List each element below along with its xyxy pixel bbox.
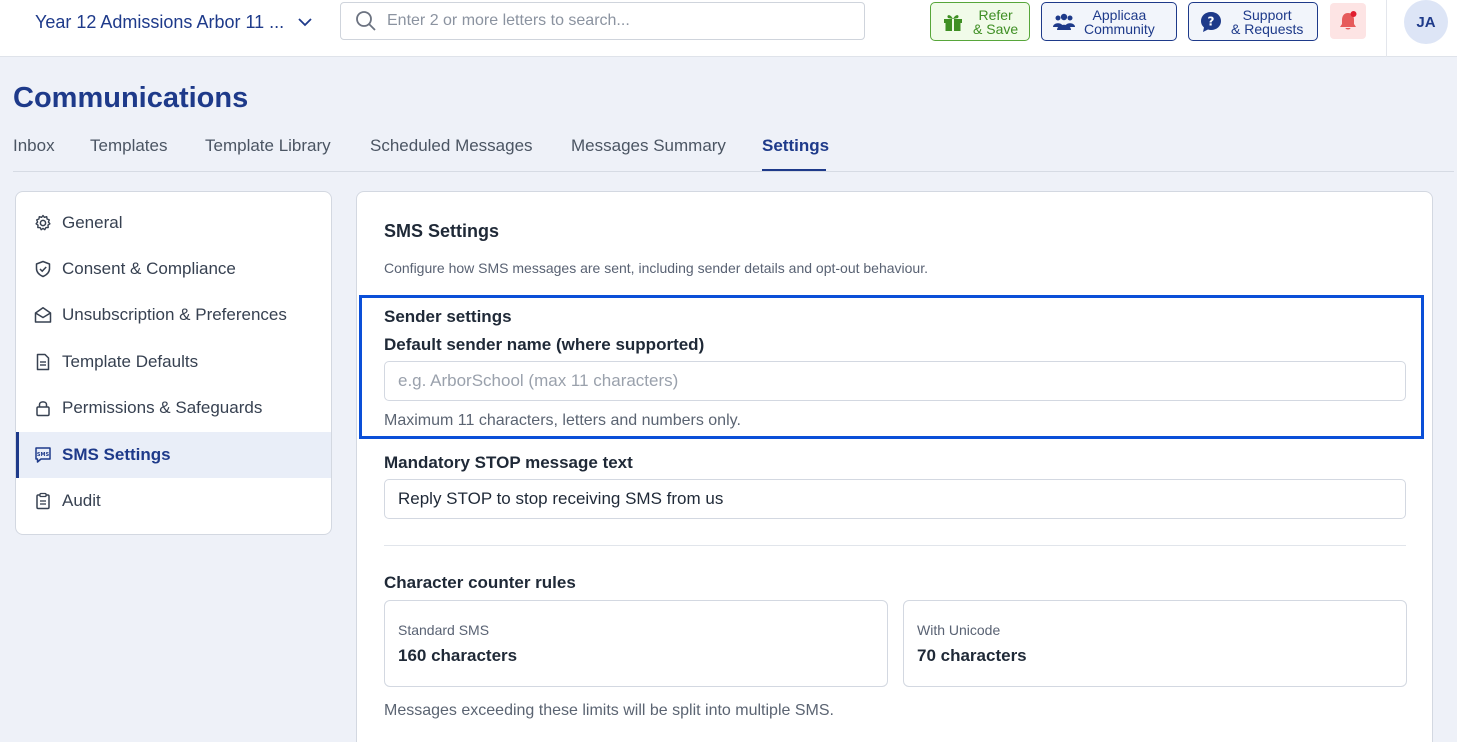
standard-sms-value: 160 characters	[398, 646, 518, 665]
gear-icon	[35, 214, 51, 231]
unicode-sms-value: 70 characters	[917, 646, 1027, 665]
sender-name-label: Default sender name (where supported)	[384, 335, 705, 354]
lock-icon	[36, 401, 50, 417]
sidebar-item-label: Audit	[62, 491, 101, 510]
svg-text:SMS: SMS	[37, 452, 50, 458]
sidebar-item-general[interactable]: General	[16, 200, 331, 246]
sms-settings-panel: SMS Settings Configure how SMS messages …	[356, 191, 1433, 742]
community-label-line1: Applicaa	[1092, 6, 1147, 23]
support-requests-button[interactable]: ? Support & Requests	[1188, 2, 1318, 41]
chevron-down-icon	[298, 18, 312, 27]
unicode-sms-label: With Unicode	[917, 622, 1001, 638]
refer-and-save-button[interactable]: Refer & Save	[930, 2, 1030, 41]
tab-template-library[interactable]: Template Library	[205, 136, 331, 156]
standard-sms-card: Standard SMS 160 characters	[384, 600, 888, 687]
sidebar-item-audit[interactable]: Audit	[16, 478, 331, 524]
sidebar-item-label: Consent & Compliance	[62, 259, 236, 278]
avatar[interactable]: JA	[1404, 0, 1448, 44]
counter-help: Messages exceeding these limits will be …	[384, 702, 834, 719]
school-name: Year 12 Admissions Arbor 11 ...	[35, 11, 285, 32]
sidebar-item-template-defaults[interactable]: Template Defaults	[16, 339, 331, 385]
sidebar-item-sms-settings[interactable]: SMS SMS Settings	[16, 432, 331, 478]
sidebar-item-consent-compliance[interactable]: Consent & Compliance	[16, 246, 331, 292]
settings-sidebar: General Consent & Compliance Unsubscript…	[15, 191, 332, 535]
stop-message-input[interactable]	[384, 479, 1406, 519]
support-label-line1: Support	[1242, 6, 1292, 23]
unicode-sms-card: With Unicode 70 characters	[903, 600, 1407, 687]
top-bar: Year 12 Admissions Arbor 11 ... Refer & …	[0, 0, 1457, 57]
active-tab-indicator	[762, 169, 826, 171]
tab-templates[interactable]: Templates	[90, 136, 167, 156]
school-selector[interactable]: Year 12 Admissions Arbor 11 ...	[35, 11, 312, 33]
applicaa-community-button[interactable]: Applicaa Community	[1041, 2, 1177, 41]
envelope-open-icon	[34, 307, 52, 323]
document-icon	[36, 353, 50, 371]
sidebar-item-label: General	[62, 213, 123, 232]
sender-settings-heading: Sender settings	[384, 307, 512, 326]
tab-settings[interactable]: Settings	[762, 136, 829, 156]
stop-message-label: Mandatory STOP message text	[384, 453, 633, 472]
character-counter-heading: Character counter rules	[384, 573, 576, 592]
tab-scheduled-messages[interactable]: Scheduled Messages	[370, 136, 533, 156]
sidebar-item-label: Unsubscription & Preferences	[62, 305, 287, 324]
refer-label-line2: & Save	[973, 20, 1019, 37]
standard-sms-label: Standard SMS	[398, 622, 490, 638]
sender-name-input[interactable]	[384, 361, 1406, 401]
sms-icon: SMS	[35, 447, 51, 463]
community-label-line2: Community	[1084, 20, 1155, 37]
search-icon	[356, 11, 376, 31]
tab-bar: Inbox Templates Template Library Schedul…	[13, 130, 1454, 172]
gift-icon	[944, 14, 962, 31]
header-divider	[1386, 0, 1387, 57]
notifications-button[interactable]	[1330, 3, 1366, 39]
page-title: Communications	[13, 82, 249, 114]
search-box	[340, 2, 865, 40]
panel-title: SMS Settings	[384, 221, 500, 241]
sidebar-item-permissions-safeguards[interactable]: Permissions & Safeguards	[16, 385, 331, 431]
panel-description: Configure how SMS messages are sent, inc…	[384, 260, 928, 276]
question-chat-icon: ?	[1201, 11, 1221, 32]
clipboard-icon	[36, 492, 50, 510]
shield-check-icon	[35, 260, 51, 278]
sender-name-help: Maximum 11 characters, letters and numbe…	[384, 412, 741, 429]
sidebar-item-label: Template Defaults	[62, 352, 199, 371]
users-icon	[1053, 13, 1075, 30]
sidebar-item-label: Permissions & Safeguards	[62, 398, 263, 417]
refer-label-line1: Refer	[978, 6, 1013, 23]
section-divider	[384, 545, 1406, 546]
sidebar-item-label: SMS Settings	[62, 445, 171, 464]
sidebar-item-unsubscription-preferences[interactable]: Unsubscription & Preferences	[16, 292, 331, 338]
support-label-line2: & Requests	[1231, 20, 1304, 37]
tab-inbox[interactable]: Inbox	[13, 136, 55, 156]
search-input[interactable]	[387, 12, 847, 30]
tab-messages-summary[interactable]: Messages Summary	[571, 136, 726, 156]
bell-icon	[1340, 11, 1357, 30]
svg-text:?: ?	[1208, 14, 1215, 28]
